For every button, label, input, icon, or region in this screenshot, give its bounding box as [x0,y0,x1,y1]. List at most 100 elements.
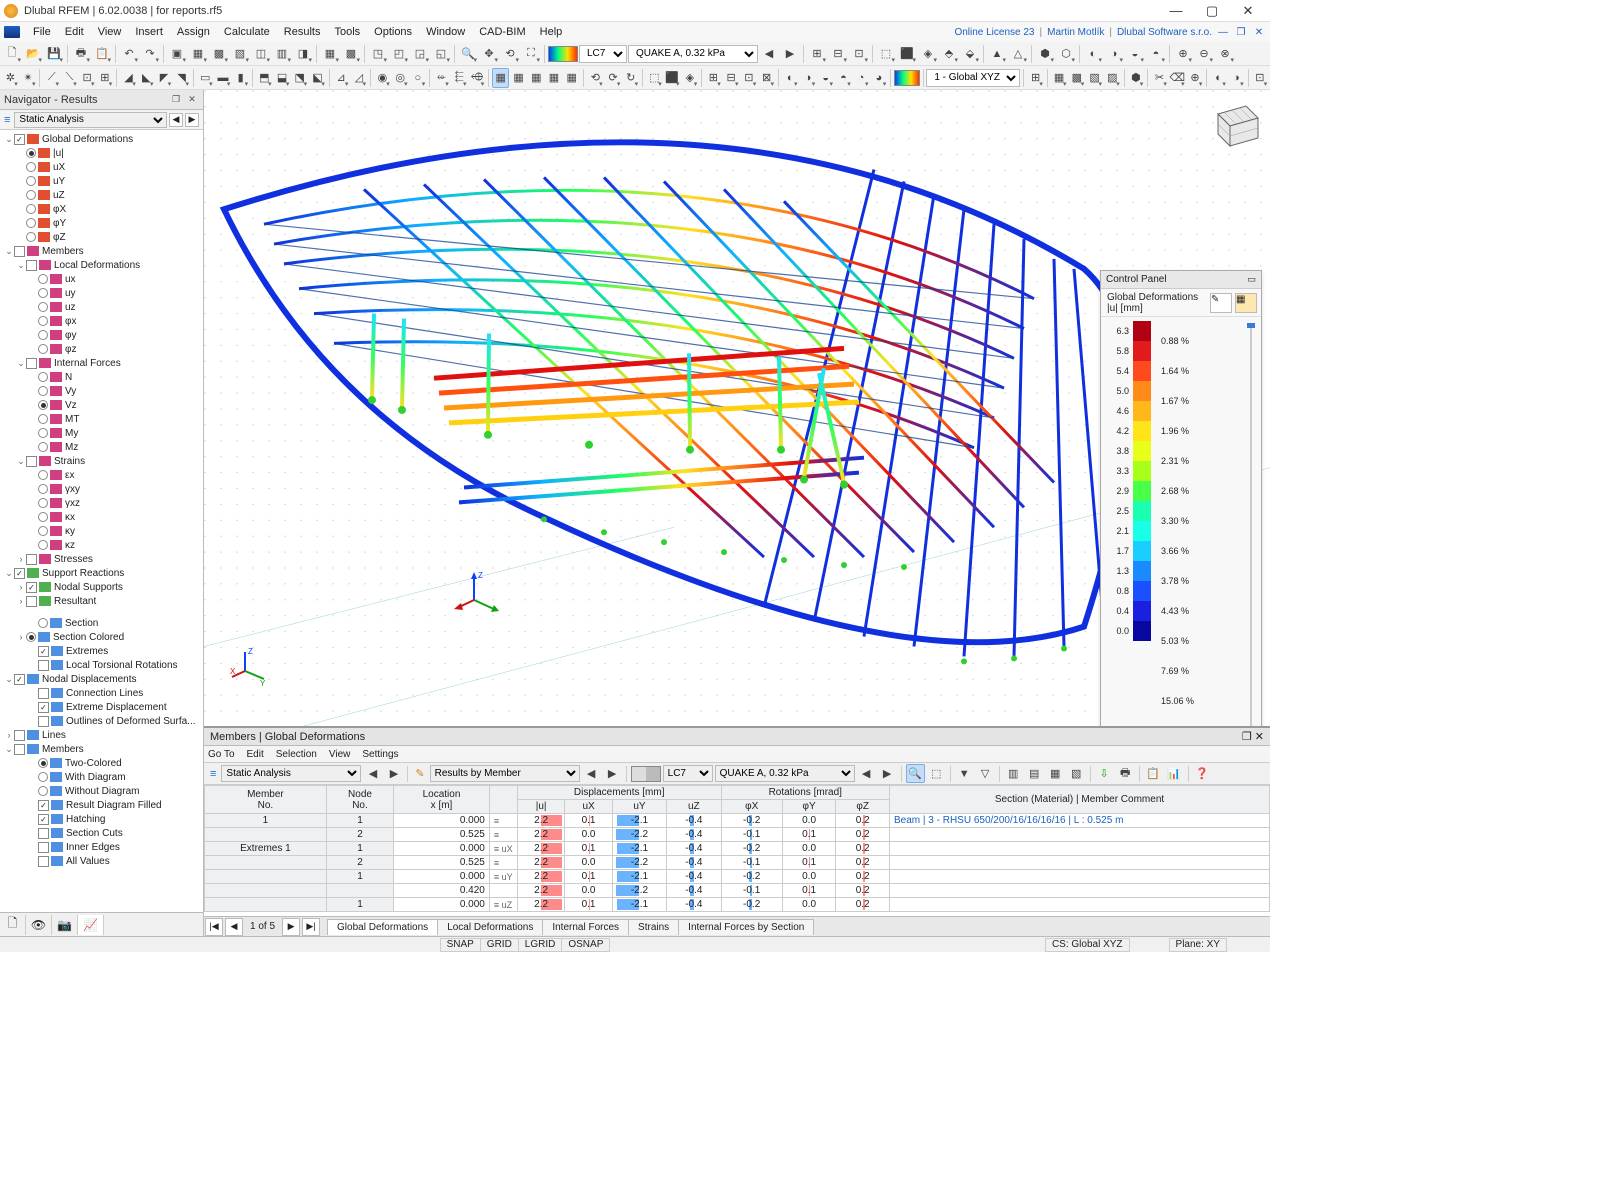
edit-tool-icon[interactable]: ⊡ [741,68,758,88]
misc-tool-icon[interactable]: ✂ [1151,68,1168,88]
graph-button[interactable]: ▩ [341,44,361,64]
tree-members2[interactable]: ⌄Members [0,742,203,756]
pan-button[interactable]: ✥ [479,44,499,64]
results-lc-code-select[interactable]: LC7 [663,765,713,782]
view7-button[interactable]: ◨ [293,44,313,64]
draw-tool-icon[interactable]: ⊞ [97,68,114,88]
edit-tool-icon[interactable]: ⊟ [723,68,740,88]
rendermode4-button[interactable]: ▦ [563,68,580,88]
misc-tool-icon[interactable]: ◐ [1210,68,1227,88]
tree-gd-|u|[interactable]: |u| [0,146,203,160]
user-label[interactable]: Martin Motlík [1047,27,1104,38]
tool-icon[interactable]: ⊡ [849,44,869,64]
tool-icon[interactable]: △ [1008,44,1028,64]
tree-gd-φX[interactable]: φX [0,202,203,216]
misc-tool-icon[interactable]: ▧ [1086,68,1103,88]
results-tab-internal-forces-by-section[interactable]: Internal Forces by Section [678,919,814,935]
tree-local-torsion[interactable]: Local Torsional Rotations [0,658,203,672]
tree-section-colored[interactable]: ›Section Colored [0,630,203,644]
view-cube[interactable] [1206,96,1262,152]
misc-tool-icon[interactable]: ▩ [1069,68,1086,88]
rendermode3-button[interactable]: ▦ [546,68,563,88]
misc-tool-icon[interactable]: ▨ [1104,68,1121,88]
tool-icon[interactable]: ◈ [918,44,938,64]
yz-button[interactable]: ◲ [410,44,430,64]
results-menu-selection[interactable]: Selection [276,749,317,760]
new-button[interactable]: 🗋 [2,44,22,64]
misc-tool-icon[interactable]: ⊞ [1027,68,1044,88]
status-snap[interactable]: SNAP [440,938,481,952]
menu-assign[interactable]: Assign [170,24,217,40]
draw-tool-icon[interactable]: ▬ [215,68,232,88]
cs-select[interactable]: 1 - Global XYZ [926,69,1020,87]
results-lc-name-select[interactable]: QUAKE A, 0.32 kPa [715,765,855,782]
edit-tool-icon[interactable]: ◔ [853,68,870,88]
copy-button[interactable]: 📋 [92,44,112,64]
draw-tool-icon[interactable]: ⬲ [469,68,486,88]
draw-tool-icon[interactable]: ◥ [173,68,190,88]
draw-tool-icon[interactable]: ○ [409,68,426,88]
menu-view[interactable]: View [91,24,129,40]
tree-if-Mz[interactable]: Mz [0,440,203,454]
tool-icon[interactable]: ⬛ [897,44,917,64]
draw-tool-icon[interactable]: ⊿ [333,68,350,88]
panel-undock-icon[interactable]: ❐ [169,93,183,107]
tree-members[interactable]: ⌄Members [0,244,203,258]
lc-next-button[interactable]: ▶ [780,44,800,64]
results-next2-button[interactable]: ▶ [603,764,622,783]
draw-tool-icon[interactable]: ⬒ [256,68,273,88]
tree-gd-uY[interactable]: uY [0,174,203,188]
edit-tool-icon[interactable]: ⬛ [664,68,681,88]
status-osnap[interactable]: OSNAP [561,938,610,952]
tree-if-Vy[interactable]: Vy [0,384,203,398]
tool-icon[interactable]: ⊟ [828,44,848,64]
results-copy-button[interactable]: 📋 [1144,764,1163,783]
results-by-select[interactable]: Results by Member [430,765,580,782]
license-label[interactable]: Online License 23 [954,27,1034,38]
tool-icon[interactable]: ⊗ [1215,44,1235,64]
xz-button[interactable]: ◱ [431,44,451,64]
results-close-icon[interactable]: ✕ [1255,730,1264,743]
tree-support-reactions[interactable]: ⌄✓Support Reactions [0,566,203,580]
results-col1-button[interactable]: ▥ [1004,764,1023,783]
rendermode0-button[interactable]: ▦ [492,68,509,88]
tree-section[interactable]: Section [0,616,203,630]
minimize-button[interactable]: — [1158,0,1194,22]
status-cs[interactable]: CS: Global XYZ [1045,938,1130,952]
undo-button[interactable]: ↶ [119,44,139,64]
tree-resultant[interactable]: ›Resultant [0,594,203,608]
tool-icon[interactable]: ⬡ [1056,44,1076,64]
nav-prev-button[interactable]: ◀ [169,113,183,127]
tree-stresses[interactable]: ›Stresses [0,552,203,566]
results-tab-global-deformations[interactable]: Global Deformations [327,919,438,935]
tree-local-def[interactable]: ⌄Local Deformations [0,258,203,272]
results-prev1-button[interactable]: ◀ [363,764,382,783]
misc-tool-icon[interactable]: ⌫ [1169,68,1186,88]
status-plane[interactable]: Plane: XY [1169,938,1227,952]
results-print-button[interactable]: 🖶 [1116,764,1135,783]
open-button[interactable]: 📂 [23,44,43,64]
results-select-button[interactable]: ⬚ [927,764,946,783]
results-menu-settings[interactable]: Settings [362,749,398,760]
tree-internal-forces[interactable]: ⌄Internal Forces [0,356,203,370]
tree-local-φz[interactable]: φz [0,342,203,356]
edit-tool-icon[interactable]: ⊠ [758,68,775,88]
view3-button[interactable]: ▩ [209,44,229,64]
analysis-mode-select[interactable]: Static Analysis [14,112,167,128]
rendermode1-button[interactable]: ▦ [510,68,527,88]
draw-tool-icon[interactable]: ◉ [374,68,391,88]
results-next3-button[interactable]: ▶ [878,764,897,783]
tool-icon[interactable]: ⊖ [1194,44,1214,64]
edit-tool-icon[interactable]: ↻ [622,68,639,88]
menu-window[interactable]: Window [419,24,472,40]
tree-without-diagram[interactable]: Without Diagram [0,784,203,798]
save-button[interactable]: 💾 [44,44,64,64]
tool-icon[interactable]: ▲ [987,44,1007,64]
tree-outlines[interactable]: Outlines of Deformed Surfa... [0,714,203,728]
tree-extremes[interactable]: ✓Extremes [0,644,203,658]
menu-options[interactable]: Options [367,24,419,40]
results-tab-strains[interactable]: Strains [628,919,679,935]
tree-nodal-supports[interactable]: ›✓Nodal Supports [0,580,203,594]
draw-tool-icon[interactable]: ◎ [392,68,409,88]
legend-edit-button[interactable]: ✎ [1210,293,1232,313]
